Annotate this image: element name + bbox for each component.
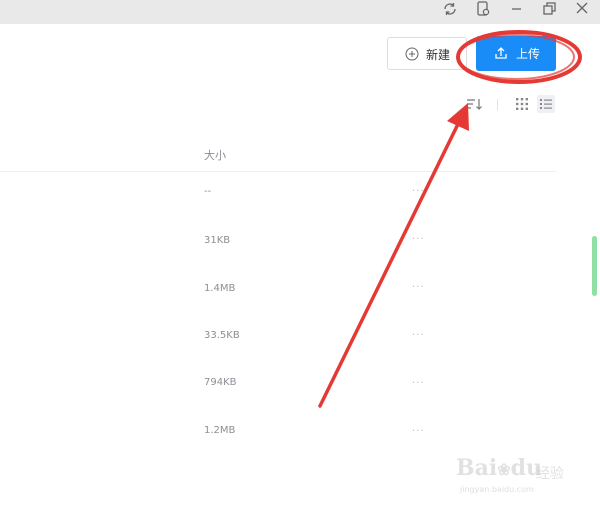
more-actions-icon[interactable]: ··· [412,186,425,197]
row-size: 31KB [204,235,231,246]
new-button-label: 新建 [426,48,451,62]
watermark-url: jingyan.baidu.com [460,485,534,494]
red-arrow [318,103,469,408]
row-size: -- [204,186,212,197]
scrollbar-thumb[interactable] [592,236,597,296]
sort-icon[interactable] [465,95,483,113]
upload-icon [493,45,509,61]
list-view-icon[interactable] [537,95,555,113]
more-actions-icon[interactable]: ··· [412,234,425,245]
more-actions-icon[interactable]: ··· [412,378,425,389]
upload-button[interactable]: 上传 [476,36,556,71]
watermark-brand: Bai❀du [456,455,543,481]
new-button[interactable]: 新建 [387,37,467,70]
more-actions-icon[interactable]: ··· [412,330,425,341]
header-divider [0,171,556,172]
size-column-header[interactable]: 大小 [204,147,226,163]
watermark-suffix: 经验 [536,466,564,482]
row-size: 1.2MB [204,425,236,436]
toolbar-divider [497,99,498,110]
watermark-logo: Bai❀du 经验 jingyan.baidu.com [456,455,578,505]
minimize-icon[interactable] [508,0,526,18]
title-bar [0,0,600,24]
annotation-overlay [318,30,582,408]
more-actions-icon[interactable]: ··· [412,282,425,293]
phone-icon[interactable] [474,0,492,18]
grid-view-icon[interactable] [513,95,531,113]
row-size: 1.4MB [204,283,236,294]
plus-circle-icon [405,47,419,61]
sync-icon[interactable] [441,0,459,18]
row-size: 33.5KB [204,330,240,341]
close-icon[interactable] [573,0,591,18]
upload-button-label: 上传 [516,47,541,61]
more-actions-icon[interactable]: ··· [412,426,425,437]
restore-icon[interactable] [540,0,558,18]
row-size: 794KB [204,377,237,388]
